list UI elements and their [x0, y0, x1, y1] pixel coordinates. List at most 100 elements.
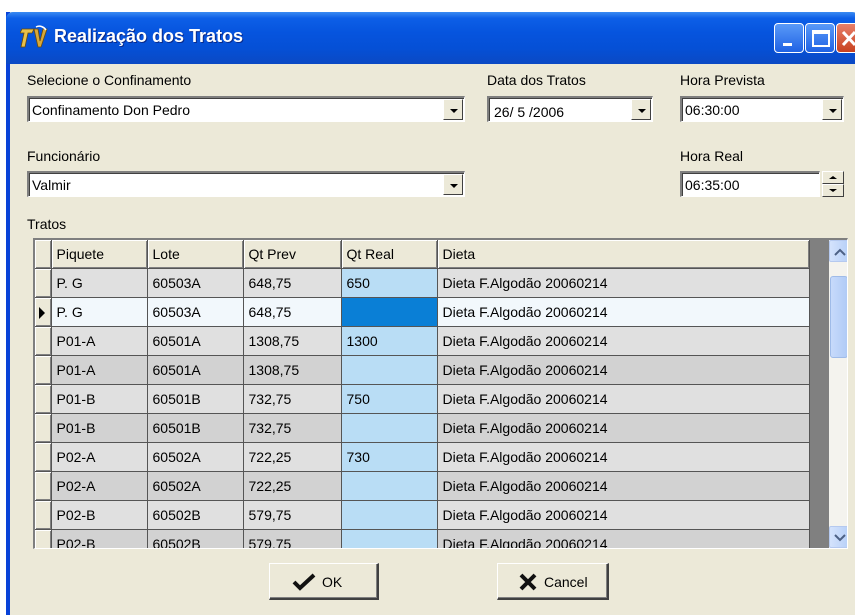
hora-real-spinner[interactable]	[822, 171, 844, 197]
piquete-cell[interactable]: P02-B	[51, 529, 148, 548]
dieta-cell[interactable]: Dieta F.Algodão 20060214	[437, 442, 810, 472]
column-header[interactable]: Qt Real	[341, 240, 438, 269]
column-header[interactable]: Dieta	[437, 240, 810, 269]
minimize-button[interactable]	[774, 23, 804, 53]
column-header[interactable]: Lote	[147, 240, 244, 269]
lote-cell[interactable]: 60503A	[147, 268, 244, 298]
piquete-cell[interactable]: P02-A	[51, 442, 148, 472]
row-indicator[interactable]	[35, 471, 52, 501]
chevron-up-icon	[834, 248, 846, 256]
row-indicator[interactable]	[35, 384, 52, 414]
qt-prev-cell[interactable]: 648,75	[243, 297, 342, 327]
row-indicator[interactable]	[35, 529, 52, 548]
piquete-cell[interactable]: P02-A	[51, 471, 148, 501]
qt-prev-cell[interactable]: 732,75	[243, 384, 342, 414]
dieta-cell[interactable]: Dieta F.Algodão 20060214	[437, 413, 810, 443]
title-bar[interactable]: Realização dos Tratos	[6, 12, 855, 64]
lote-cell[interactable]: 60501A	[147, 355, 244, 385]
dieta-cell[interactable]: Dieta F.Algodão 20060214	[437, 471, 810, 501]
confinamento-select[interactable]: Confinamento Don Pedro	[27, 96, 465, 122]
hora-real-value: 06:35:00	[685, 177, 740, 193]
hora-prevista-select[interactable]: 06:30:00	[680, 96, 844, 122]
row-indicator[interactable]	[35, 355, 52, 385]
scroll-down-button[interactable]	[829, 526, 847, 548]
qt-real-cell[interactable]	[341, 471, 438, 501]
table-row[interactable]: P01-B 60501B 732,75 750 Dieta F.Algodão 2006…	[35, 384, 810, 414]
row-indicator[interactable]	[35, 500, 52, 530]
lote-cell[interactable]: 60501A	[147, 326, 244, 356]
qt-prev-cell[interactable]: 1308,75	[243, 326, 342, 356]
piquete-cell[interactable]: P02-B	[51, 500, 148, 530]
lote-cell[interactable]: 60502A	[147, 471, 244, 501]
qt-real-cell[interactable]: 730	[341, 442, 438, 472]
lote-cell[interactable]: 60502B	[147, 529, 244, 548]
table-row[interactable]: P02-B 60502B 579,75 Dieta F.Algodão 2006021…	[35, 500, 810, 530]
dieta-cell[interactable]: Dieta F.Algodão 20060214	[437, 500, 810, 530]
table-row[interactable]: P01-A 60501A 1308,75 Dieta F.Algodão 200602…	[35, 355, 810, 385]
table-row[interactable]: P. G 60503A 648,75 Dieta F.Algodão 20060214	[35, 297, 810, 327]
qt-prev-cell[interactable]: 648,75	[243, 268, 342, 298]
piquete-cell[interactable]: P. G	[51, 268, 148, 298]
piquete-cell[interactable]: P01-B	[51, 384, 148, 414]
dieta-cell[interactable]: Dieta F.Algodão 20060214	[437, 384, 810, 414]
hora-real-input[interactable]: 06:35:00	[680, 171, 820, 197]
lote-cell[interactable]: 60501B	[147, 384, 244, 414]
piquete-cell[interactable]: P01-B	[51, 413, 148, 443]
row-indicator[interactable]	[35, 326, 52, 356]
row-indicator[interactable]	[35, 442, 52, 472]
dieta-cell[interactable]: Dieta F.Algodão 20060214	[437, 297, 810, 327]
qt-prev-cell[interactable]: 732,75	[243, 413, 342, 443]
table-row[interactable]: P01-B 60501B 732,75 Dieta F.Algodão 2006021…	[35, 413, 810, 443]
piquete-cell[interactable]: P. G	[51, 297, 148, 327]
scrollbar-thumb[interactable]	[830, 276, 847, 358]
qt-prev-cell[interactable]: 579,75	[243, 529, 342, 548]
data-tratos-picker[interactable]: 26/ 5 /2006	[487, 96, 653, 122]
chevron-down-icon[interactable]	[822, 99, 842, 120]
spin-down-icon[interactable]	[822, 184, 844, 197]
qt-prev-cell[interactable]: 722,25	[243, 471, 342, 501]
dieta-cell[interactable]: Dieta F.Algodão 20060214	[437, 268, 810, 298]
cancel-button[interactable]: Cancel	[497, 563, 609, 600]
table-row[interactable]: P01-A 60501A 1308,75 1300 Dieta F.Algodão 20…	[35, 326, 810, 356]
row-indicator[interactable]	[35, 413, 52, 443]
chevron-down-icon[interactable]	[443, 174, 463, 195]
row-indicator[interactable]	[35, 297, 52, 327]
qt-prev-cell[interactable]: 722,25	[243, 442, 342, 472]
chevron-down-icon[interactable]	[631, 99, 651, 120]
piquete-cell[interactable]: P01-A	[51, 326, 148, 356]
ok-button[interactable]: OK	[269, 563, 379, 600]
table-row[interactable]: P02-B 60502B 579,75 Dieta F.Algodão 2006021…	[35, 529, 810, 548]
funcionario-select[interactable]: Valmir	[27, 171, 465, 197]
column-header[interactable]: Qt Prev	[243, 240, 342, 269]
table-row[interactable]: P. G 60503A 648,75 650 Dieta F.Algodão 20060…	[35, 268, 810, 298]
scroll-up-button[interactable]	[829, 240, 847, 262]
lote-cell[interactable]: 60502B	[147, 500, 244, 530]
qt-real-cell[interactable]	[341, 297, 438, 327]
tratos-grid[interactable]: Piquete Lote Qt Prev Qt Real Dieta P. G6…	[33, 238, 848, 549]
qt-real-cell[interactable]: 750	[341, 384, 438, 414]
lote-cell[interactable]: 60502A	[147, 442, 244, 472]
close-button[interactable]	[836, 23, 855, 53]
column-header[interactable]: Piquete	[51, 240, 148, 269]
lote-cell[interactable]: 60501B	[147, 413, 244, 443]
qt-real-cell[interactable]	[341, 413, 438, 443]
qt-real-cell[interactable]	[341, 355, 438, 385]
qt-prev-cell[interactable]: 579,75	[243, 500, 342, 530]
maximize-button[interactable]	[805, 23, 835, 53]
vertical-scrollbar[interactable]	[829, 240, 847, 548]
dieta-cell[interactable]: Dieta F.Algodão 20060214	[437, 326, 810, 356]
dieta-cell[interactable]: Dieta F.Algodão 20060214	[437, 355, 810, 385]
qt-prev-cell[interactable]: 1308,75	[243, 355, 342, 385]
piquete-cell[interactable]: P01-A	[51, 355, 148, 385]
table-row[interactable]: P02-A 60502A 722,25 Dieta F.Algodão 2006021…	[35, 471, 810, 501]
dieta-cell[interactable]: Dieta F.Algodão 20060214	[437, 529, 810, 548]
spin-up-icon[interactable]	[822, 171, 844, 184]
qt-real-cell[interactable]: 650	[341, 268, 438, 298]
row-indicator[interactable]	[35, 268, 52, 298]
chevron-down-icon[interactable]	[443, 99, 463, 120]
qt-real-cell[interactable]	[341, 529, 438, 548]
qt-real-cell[interactable]: 1300	[341, 326, 438, 356]
lote-cell[interactable]: 60503A	[147, 297, 244, 327]
table-row[interactable]: P02-A 60502A 722,25 730 Dieta F.Algodão 2006…	[35, 442, 810, 472]
qt-real-cell[interactable]	[341, 500, 438, 530]
